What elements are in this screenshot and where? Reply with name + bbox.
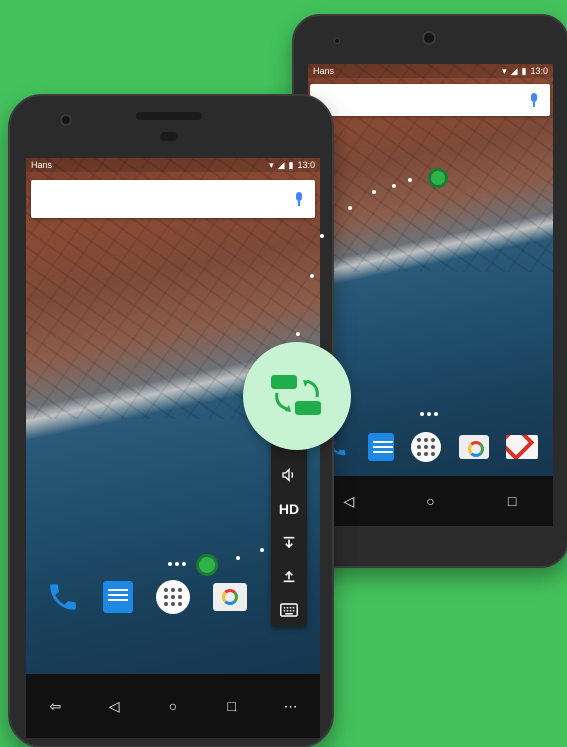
- trail-dot: [392, 184, 396, 188]
- camera-icon[interactable]: [458, 435, 489, 459]
- search-bar[interactable]: [310, 84, 550, 116]
- back-button[interactable]: ◁: [334, 486, 364, 516]
- promo-scene: Hans ▾ ◢ ▮ 13:0 ◁ ○ □ Hans ▾ ◢ ▮ 13:0 ⇦ …: [0, 0, 567, 747]
- nav-bar: ⇦ ◁ ○ □ ⋯: [26, 674, 320, 738]
- camera-icon[interactable]: [213, 583, 248, 611]
- gmail-icon[interactable]: [506, 435, 539, 459]
- nav-bar: ◁ ○ □: [308, 476, 553, 526]
- trail-dot: [348, 206, 352, 210]
- carrier-label: Hans: [31, 160, 53, 170]
- trail-dot: [408, 178, 412, 182]
- signal-icon: ◢: [277, 159, 285, 170]
- mic-icon[interactable]: [530, 92, 538, 108]
- trail-dot: [296, 332, 300, 336]
- trail-dot: [310, 274, 314, 278]
- sync-devices-icon[interactable]: [243, 342, 351, 450]
- more-button[interactable]: ⋯: [276, 691, 306, 721]
- clock: 13:0: [530, 66, 548, 76]
- earpiece: [136, 112, 202, 120]
- page-indicator: [420, 412, 438, 416]
- sensor: [60, 114, 72, 126]
- status-bar: Hans ▾ ◢ ▮ 13:0: [26, 158, 320, 172]
- status-bar: Hans ▾ ◢ ▮ 13:0: [308, 64, 553, 78]
- upload-icon[interactable]: [276, 563, 302, 589]
- phone-icon[interactable]: [46, 580, 80, 614]
- home-button[interactable]: ○: [158, 691, 188, 721]
- trail-dot: [372, 190, 376, 194]
- touch-point-indicator: [428, 168, 448, 188]
- carrier-label: Hans: [313, 66, 335, 76]
- wifi-icon: ▾: [502, 65, 507, 76]
- touch-point-indicator: [196, 554, 218, 576]
- trail-dot: [320, 234, 324, 238]
- battery-icon: ▮: [521, 65, 527, 76]
- clock: 13:0: [297, 160, 315, 170]
- recents-button[interactable]: □: [217, 691, 247, 721]
- sensor: [334, 38, 340, 44]
- recents-button[interactable]: □: [497, 486, 527, 516]
- search-bar[interactable]: [31, 180, 315, 218]
- trail-dot: [260, 548, 264, 552]
- floating-toolbar: ▫ HD: [271, 425, 307, 627]
- battery-icon: ▮: [288, 159, 294, 170]
- download-icon[interactable]: [276, 530, 302, 556]
- volume-icon[interactable]: [276, 462, 302, 488]
- messages-icon[interactable]: [368, 433, 395, 461]
- apps-drawer-icon[interactable]: [155, 580, 190, 614]
- apps-drawer-icon[interactable]: [411, 432, 442, 462]
- dock: [308, 432, 553, 462]
- exit-button[interactable]: ⇦: [40, 691, 70, 721]
- front-camera: [160, 132, 178, 141]
- wifi-icon: ▾: [269, 159, 274, 170]
- page-indicator: [168, 562, 186, 566]
- back-button[interactable]: ◁: [99, 691, 129, 721]
- hd-icon[interactable]: HD: [276, 496, 302, 522]
- home-button[interactable]: ○: [415, 486, 445, 516]
- messages-icon[interactable]: [102, 581, 133, 613]
- trail-dot: [236, 556, 240, 560]
- front-camera: [422, 31, 436, 45]
- mic-icon[interactable]: [295, 191, 303, 207]
- keyboard-icon[interactable]: [276, 597, 302, 623]
- signal-icon: ◢: [510, 65, 518, 76]
- back-phone-screen: Hans ▾ ◢ ▮ 13:0 ◁ ○ □: [308, 64, 553, 526]
